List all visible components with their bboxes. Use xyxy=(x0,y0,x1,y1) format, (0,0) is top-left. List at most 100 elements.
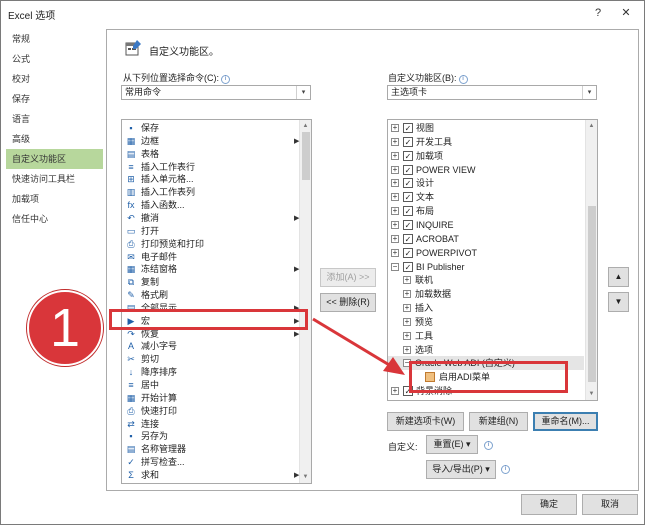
tree-item-label: 视图 xyxy=(416,123,435,133)
checkbox[interactable]: ✓ xyxy=(403,261,413,272)
nav-item[interactable]: 快速访问工具栏 xyxy=(6,169,103,189)
checkbox[interactable]: ✓ xyxy=(403,219,413,230)
scroll-thumb[interactable] xyxy=(588,206,596,382)
command-item[interactable]: ✎ 格式刷 xyxy=(124,289,310,302)
checkbox[interactable]: ✓ xyxy=(403,123,413,133)
new-tab-button[interactable]: 新建选项卡(W) xyxy=(387,412,464,431)
command-item[interactable]: ⎙ 快速打印 xyxy=(124,405,310,418)
checkbox[interactable]: ✓ xyxy=(403,150,413,161)
tree-item[interactable]: + ✓ ACROBAT xyxy=(388,232,584,246)
tree-item[interactable]: + 联机 xyxy=(388,273,584,287)
expand-icon[interactable]: + xyxy=(391,234,399,243)
checkbox[interactable]: ✓ xyxy=(403,206,413,217)
nav-item[interactable]: 语言 xyxy=(6,109,103,129)
expand-icon[interactable]: + xyxy=(391,151,399,160)
command-item[interactable]: ≡ 插入工作表行 xyxy=(124,161,310,174)
new-group-button[interactable]: 新建组(N) xyxy=(469,412,528,431)
expand-icon[interactable]: + xyxy=(391,387,399,396)
add-button[interactable]: 添加(A) >> xyxy=(320,268,376,287)
command-item[interactable]: ▥ 插入工作表列 xyxy=(124,186,310,199)
tree-item[interactable]: + ✓ POWER VIEW xyxy=(388,163,584,177)
nav-item[interactable]: 公式 xyxy=(6,49,103,69)
checkbox[interactable]: ✓ xyxy=(403,233,413,244)
insert-row-icon: ≡ xyxy=(128,161,134,172)
tree-item[interactable]: + ✓ 设计 xyxy=(388,176,584,190)
nav-item[interactable]: 加载项 xyxy=(6,189,103,209)
move-up-button[interactable]: ▲ xyxy=(608,267,629,287)
command-item[interactable]: ⧉ 复制 xyxy=(124,276,310,289)
command-label: 插入工作表列 xyxy=(141,187,196,198)
tree-item[interactable]: + ✓ INQUIRE xyxy=(388,218,584,232)
tree-item-label: 加载数据 xyxy=(415,289,452,300)
remove-button[interactable]: << 删除(R) xyxy=(320,293,376,312)
tree-item[interactable]: + ✓ 文本 xyxy=(388,190,584,204)
expand-icon[interactable]: + xyxy=(391,179,399,188)
nav-item[interactable]: 信任中心 xyxy=(6,209,103,229)
checkbox[interactable]: ✓ xyxy=(403,136,413,147)
choose-from-dropdown[interactable]: 常用命令 ▾ xyxy=(121,85,311,100)
help-button[interactable]: ? xyxy=(587,4,609,22)
command-item[interactable]: ⊞ 插入单元格... xyxy=(124,173,310,186)
tree-item[interactable]: − ✓ BI Publisher xyxy=(388,260,584,274)
tree-item[interactable]: + ✓ 视图 xyxy=(388,121,584,135)
command-label: 表格 xyxy=(141,148,160,159)
nav-item[interactable]: 校对 xyxy=(6,69,103,89)
command-item[interactable]: A 减小字号 xyxy=(124,340,310,353)
command-item[interactable]: ↶ 撤消 ▶ xyxy=(124,212,310,225)
command-item[interactable]: ▪ 另存为 xyxy=(124,430,310,443)
checkbox[interactable]: ✓ xyxy=(403,192,413,203)
copy-icon: ⧉ xyxy=(127,277,135,288)
command-item[interactable]: ✉ 电子邮件 xyxy=(124,251,310,264)
nav-item[interactable]: 高级 xyxy=(6,129,103,149)
tree-item[interactable]: + ✓ POWERPIVOT xyxy=(388,246,584,260)
command-item[interactable]: ▦ 边框 ▶ xyxy=(124,135,310,148)
command-list[interactable]: ▲ ▼ ▪ 保存 ▦ 边框 ▶ ▤ 表格 ≡ 插入工作表行 ⊞ 插入单元格... ▥ 插入工作表列 fx 插… xyxy=(121,119,312,484)
command-item[interactable]: Σ 求和 ▶ xyxy=(124,469,310,482)
import-export-button[interactable]: 导入/导出(P) ▾ xyxy=(426,460,496,479)
checkbox[interactable]: ✓ xyxy=(403,164,413,175)
reset-button[interactable]: 重置(E) ▾ xyxy=(426,435,478,454)
command-item[interactable]: ▦ 冻结窗格 ▶ xyxy=(124,263,310,276)
nav-item[interactable]: 自定义功能区 xyxy=(6,149,103,169)
command-item[interactable]: ⎙ 打印预览和打印 xyxy=(124,238,310,251)
expand-icon[interactable]: + xyxy=(391,220,399,229)
command-item[interactable]: ≡ 居中 xyxy=(124,379,310,392)
expand-icon[interactable]: + xyxy=(403,276,411,285)
command-item[interactable]: ▭ 打开 xyxy=(124,225,310,238)
close-button[interactable]: ✕ xyxy=(615,4,637,22)
checkbox[interactable]: ✓ xyxy=(403,247,413,258)
cancel-button[interactable]: 取消 xyxy=(582,494,638,515)
expand-icon[interactable]: + xyxy=(391,165,399,174)
tree-item[interactable]: + ✓ 开发工具 xyxy=(388,135,584,149)
command-item[interactable]: ▦ 开始计算 xyxy=(124,392,310,405)
ok-button[interactable]: 确定 xyxy=(521,494,577,515)
command-label: 打开 xyxy=(141,225,160,236)
nav-item[interactable]: 保存 xyxy=(6,89,103,109)
command-item[interactable]: ▤ 名称管理器 xyxy=(124,443,310,456)
rename-button[interactable]: 重命名(M)... xyxy=(533,412,598,431)
expand-icon[interactable]: + xyxy=(391,137,399,146)
tree-item[interactable]: + ✓ 加载项 xyxy=(388,149,584,163)
command-item[interactable]: ✂ 剪切 xyxy=(124,353,310,366)
move-down-button[interactable]: ▼ xyxy=(608,292,629,312)
command-item[interactable]: ▤ 表格 xyxy=(124,148,310,161)
expand-icon[interactable]: + xyxy=(403,290,411,299)
checkbox[interactable]: ✓ xyxy=(403,178,413,189)
expand-icon[interactable]: + xyxy=(391,124,399,132)
command-item[interactable]: fx 插入函数... xyxy=(124,199,310,212)
tree-item[interactable]: + ✓ 布局 xyxy=(388,204,584,218)
command-item[interactable]: ↓ 降序排序 xyxy=(124,366,310,379)
collapse-icon[interactable]: − xyxy=(391,262,399,271)
nav-item[interactable]: 常规 xyxy=(6,29,103,49)
scroll-up-icon[interactable]: ▲ xyxy=(586,121,597,131)
ribbon-tree-scrollbar[interactable]: ▲ ▼ xyxy=(585,120,597,400)
expand-icon[interactable]: + xyxy=(391,248,399,257)
expand-icon[interactable]: + xyxy=(391,207,399,216)
scroll-down-icon[interactable]: ▼ xyxy=(586,389,597,399)
customize-ribbon-dropdown[interactable]: 主选项卡 ▾ xyxy=(387,85,597,100)
tree-item[interactable]: + 加载数据 xyxy=(388,287,584,301)
command-item[interactable]: ▪ 保存 xyxy=(124,122,310,135)
command-item[interactable]: ⇄ 连接 xyxy=(124,418,310,431)
expand-icon[interactable]: + xyxy=(391,193,399,202)
command-item[interactable]: ✓ 拼写检查... xyxy=(124,456,310,469)
